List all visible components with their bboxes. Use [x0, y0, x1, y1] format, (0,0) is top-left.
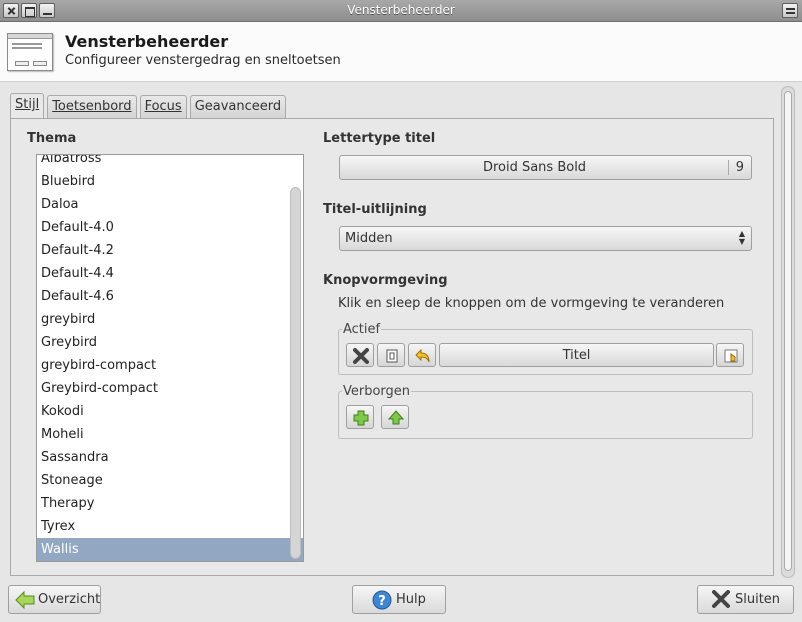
- tab-geavanceerd[interactable]: Geavanceerd: [189, 95, 287, 118]
- title-placeholder-button[interactable]: Titel: [439, 343, 714, 367]
- overview-button[interactable]: Overzicht: [8, 585, 101, 614]
- font-name: Droid Sans Bold: [482, 160, 587, 175]
- title-font-label: Lettertype titel: [323, 131, 436, 146]
- rollup-window-icon[interactable]: [782, 3, 798, 18]
- title-button-label: Titel: [562, 348, 591, 363]
- tab-label: Geavanceerd: [194, 99, 282, 114]
- theme-list-item[interactable]: Stoneage: [37, 469, 303, 492]
- shade-button-draggable[interactable]: [408, 343, 436, 367]
- maximize-button-draggable[interactable]: [346, 405, 374, 429]
- tab-stijl[interactable]: Stijl: [10, 93, 45, 118]
- dialog-header: Vensterbeheerder Configureer venstergedr…: [0, 22, 802, 82]
- overview-label: Overzicht: [38, 592, 101, 607]
- active-frame-legend: Actief: [342, 322, 382, 337]
- theme-list-item[interactable]: Sassandra: [37, 446, 303, 469]
- theme-list-item[interactable]: Kokodi: [37, 400, 303, 423]
- theme-list-item[interactable]: greybird: [37, 308, 303, 331]
- up-arrow-icon: [387, 410, 405, 425]
- header-title: Vensterbeheerder: [65, 32, 229, 51]
- font-separator: [728, 160, 729, 175]
- theme-section-label: Thema: [27, 131, 77, 146]
- dialog-scrollbar[interactable]: [781, 86, 795, 578]
- theme-list-item[interactable]: greybird-compact: [37, 354, 303, 377]
- window-titlebar: Vensterbeheerder: [0, 0, 802, 22]
- theme-list-item[interactable]: Wallis: [37, 538, 303, 561]
- help-label: Hulp: [396, 592, 426, 607]
- up-down-arrows-icon: ▲ ▼: [738, 229, 745, 246]
- plus-icon: [353, 410, 369, 426]
- menu-button-draggable[interactable]: [716, 343, 744, 367]
- close-button-draggable[interactable]: [346, 343, 374, 367]
- button-layout-hint: Klik en sleep de knoppen om de vormgevin…: [338, 296, 725, 311]
- theme-list-item[interactable]: Default-4.6: [37, 285, 303, 308]
- tab-label: Toetsenbord: [52, 99, 132, 114]
- theme-list-item[interactable]: Greybird: [37, 331, 303, 354]
- close-x-icon: [353, 348, 369, 364]
- window-menu-icon: [724, 349, 738, 363]
- dialog-scrollbar-thumb[interactable]: [784, 91, 792, 571]
- theme-list-item[interactable]: Default-4.2: [37, 239, 303, 262]
- button-layout-label: Knopvormgeving: [323, 273, 448, 288]
- title-alignment-select[interactable]: Midden ▲ ▼: [339, 226, 752, 251]
- stick-button-draggable[interactable]: [377, 343, 405, 367]
- hidden-frame-legend: Verborgen: [342, 384, 412, 399]
- theme-list-item[interactable]: Tyrex: [37, 515, 303, 538]
- header-subtitle: Configureer venstergedrag en sneltoetsen: [65, 53, 341, 68]
- tab-label: Focus: [144, 99, 182, 114]
- tab-toetsenbord[interactable]: Toetsenbord: [47, 95, 137, 118]
- close-x-icon: [712, 590, 730, 608]
- theme-list-item[interactable]: Greybird-compact: [37, 377, 303, 400]
- help-button[interactable]: ? Hulp: [352, 585, 446, 614]
- minimize-button-draggable[interactable]: [381, 405, 409, 429]
- tab-bar: Stijl Toetsenbord Focus Geavanceerd: [10, 93, 287, 118]
- window-title: Vensterbeheerder: [347, 3, 455, 17]
- theme-list-item[interactable]: Daloa: [37, 193, 303, 216]
- font-size: 9: [735, 160, 744, 175]
- theme-list-item[interactable]: Therapy: [37, 492, 303, 515]
- theme-list-item[interactable]: Default-4.4: [37, 262, 303, 285]
- theme-list-item[interactable]: Bluebird: [37, 170, 303, 193]
- close-label: Sluiten: [735, 592, 781, 607]
- window-manager-icon: [7, 33, 53, 71]
- theme-list-item[interactable]: Default-4.0: [37, 216, 303, 239]
- svg-text:?: ?: [378, 594, 386, 609]
- shade-arrow-icon: [415, 348, 430, 363]
- stick-icon: [386, 349, 398, 363]
- tab-focus[interactable]: Focus: [139, 95, 187, 118]
- tab-label: Stijl: [15, 97, 40, 112]
- theme-list[interactable]: Albatross Bluebird Daloa Default-4.0 Default…: [36, 154, 304, 562]
- theme-list-scrollbar[interactable]: [290, 187, 301, 559]
- title-alignment-label: Titel-uitlijning: [323, 202, 427, 217]
- back-arrow-icon: [15, 590, 35, 610]
- close-button[interactable]: Sluiten: [697, 585, 794, 614]
- title-font-button[interactable]: Droid Sans Bold 9: [339, 155, 752, 180]
- alignment-value: Midden: [345, 231, 393, 246]
- theme-list-item[interactable]: Moheli: [37, 423, 303, 446]
- theme-list-item[interactable]: Albatross: [37, 155, 303, 170]
